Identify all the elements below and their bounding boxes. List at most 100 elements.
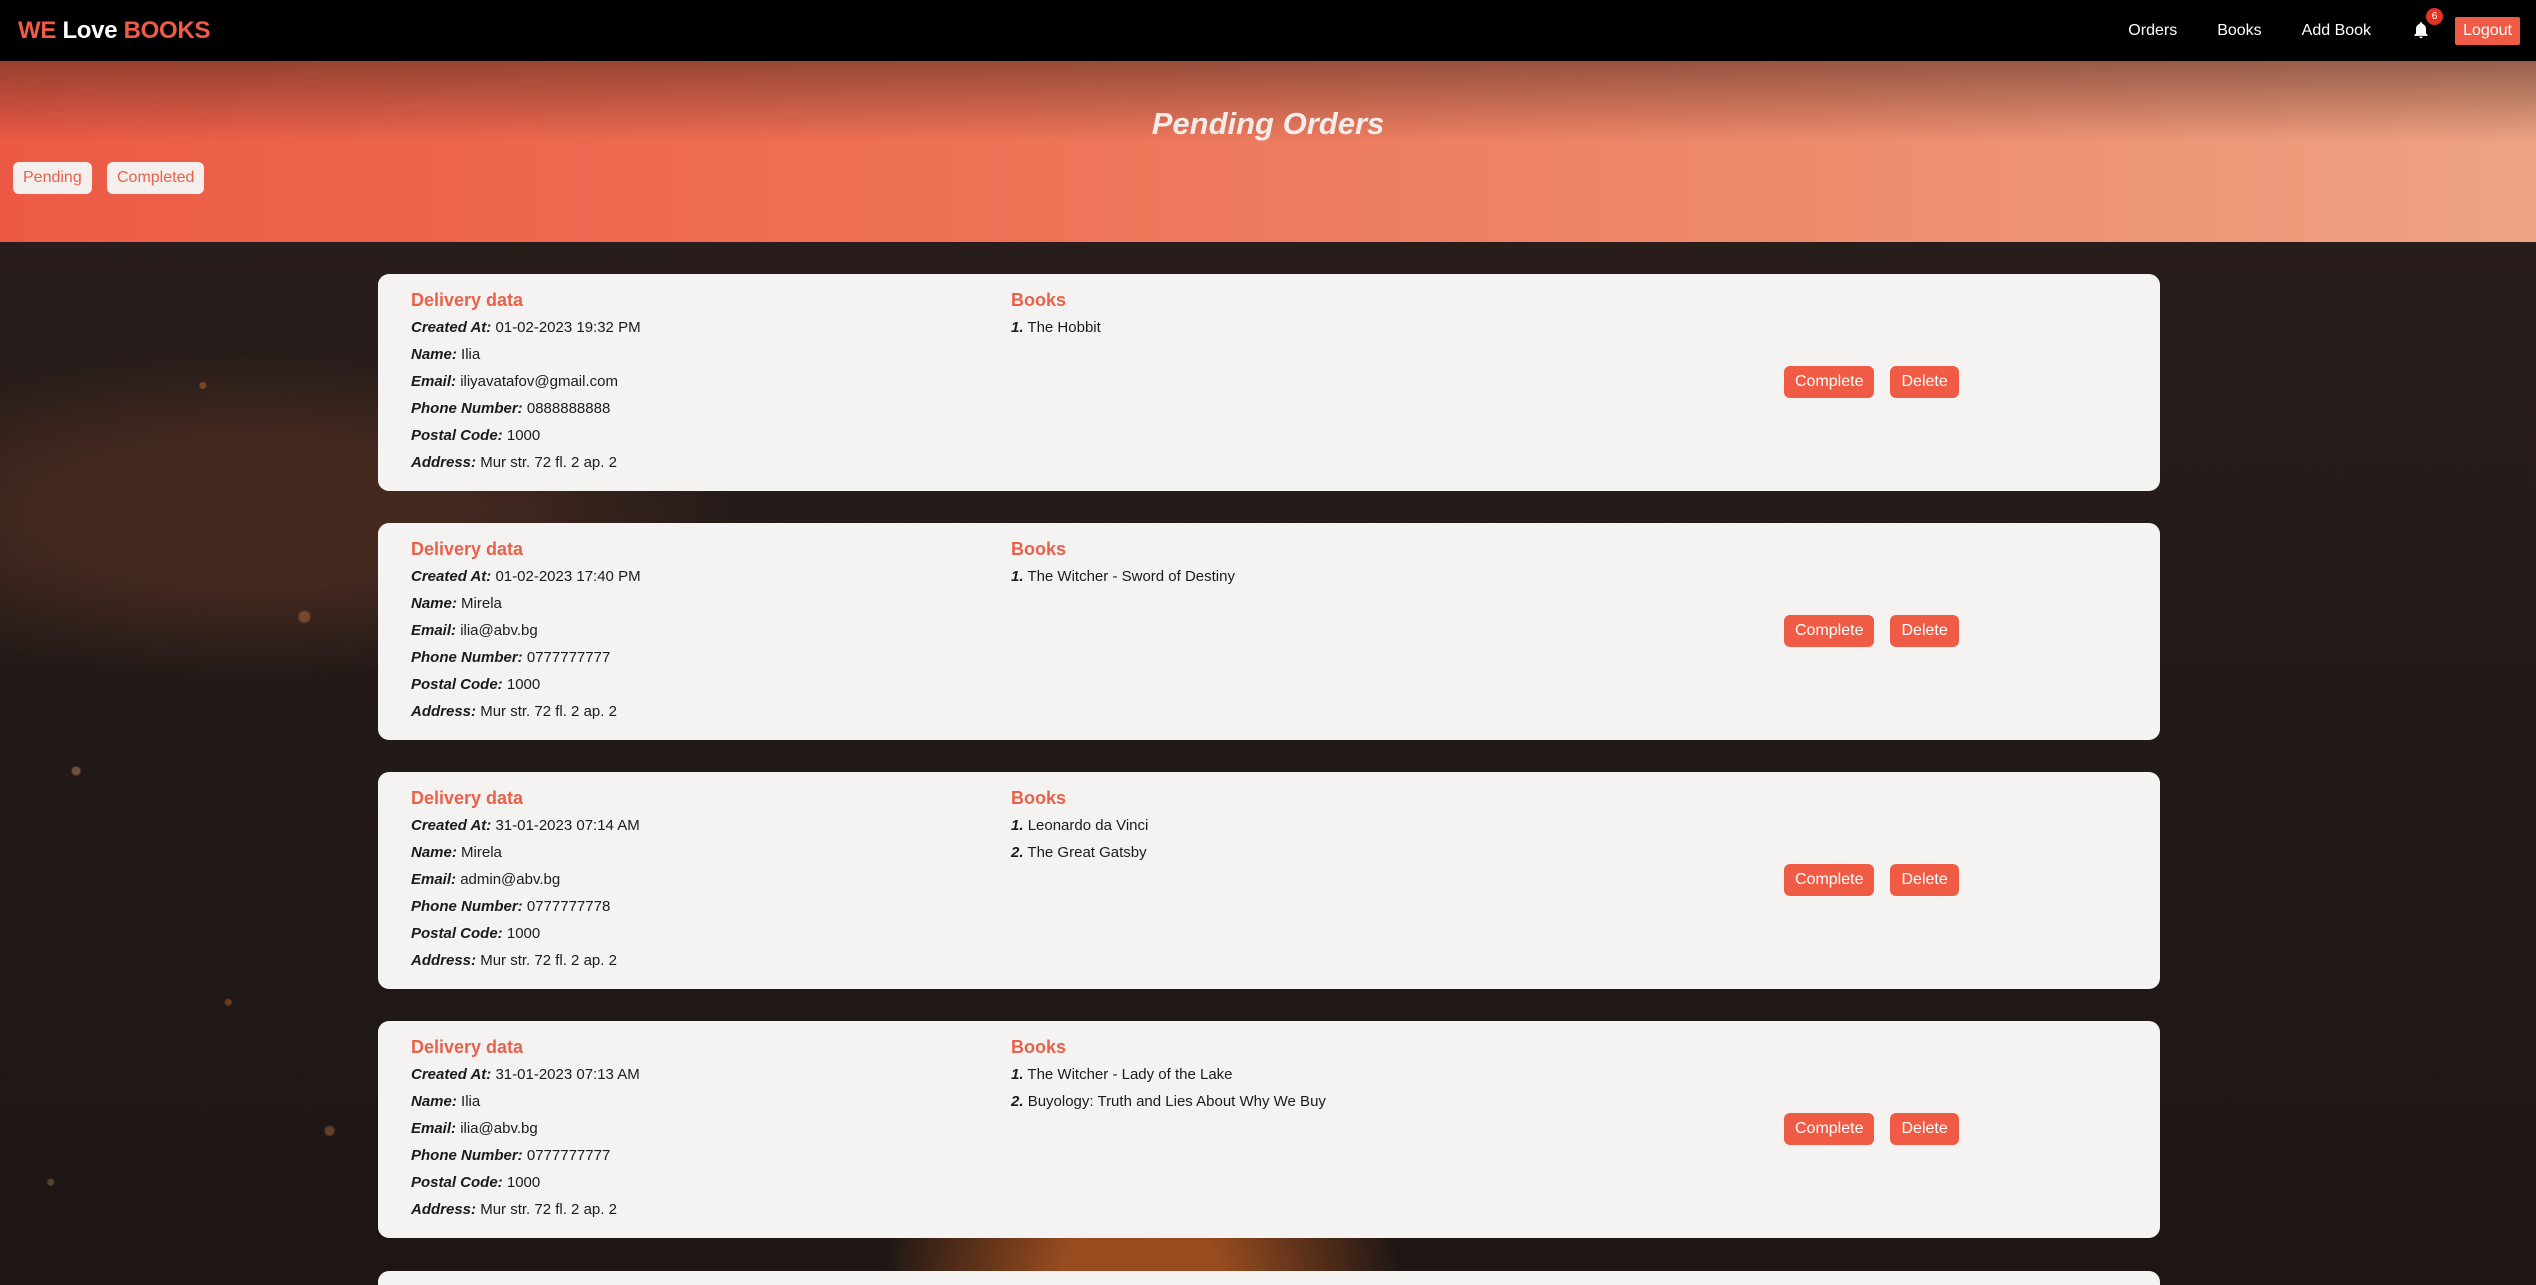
order-actions: Complete Delete [1784,864,1959,896]
postal-code-field: Postal Code: 1000 [411,426,641,453]
filter-pending-button[interactable]: Pending [13,162,92,194]
book-number: 1. [1011,1066,1024,1083]
address-field: Address: Mur str. 72 fl. 2 ap. 2 [411,951,640,978]
created-at-label: Created At: [411,568,492,585]
brand-we: WE [18,16,57,44]
phone-field: Phone Number: 0777777778 [411,897,640,924]
books-section: Books 1. The Hobbit [1011,290,1101,345]
created-at-field: Created At: 01-02-2023 19:32 PM [411,318,641,345]
postal-code-value: 1000 [506,427,541,444]
delivery-data-section: Delivery data Created At: 31-01-2023 07:… [411,1037,640,1227]
email-label: Email: [411,373,457,390]
phone-label: Phone Number: [411,898,523,915]
book-title: The Witcher - Lady of the Lake [1027,1066,1233,1083]
order-card: Delivery data Created At: 01-02-2023 19:… [378,274,2160,491]
logout-button[interactable]: Logout [2455,16,2520,45]
name-label: Name: [411,595,457,612]
created-at-value: 31-01-2023 07:14 AM [495,817,640,834]
nav-orders-link[interactable]: Orders [2128,22,2177,40]
books-section: Books 1. Leonardo da Vinci 2. The Great G… [1011,788,1148,870]
delivery-data-title: Delivery data [411,539,524,559]
book-item: 1. The Witcher - Sword of Destiny [1011,567,1235,594]
email-label: Email: [411,871,457,888]
books-section: Books 1. The Witcher - Lady of the Lake 2… [1011,1037,1326,1119]
delivery-data-title: Delivery data [411,788,524,808]
delete-button[interactable]: Delete [1890,366,1959,398]
book-number: 1. [1011,319,1024,336]
email-label: Email: [411,622,457,639]
address-value: Mur str. 72 fl. 2 ap. 2 [480,703,617,720]
postal-code-label: Postal Code: [411,1174,503,1191]
delete-button[interactable]: Delete [1890,864,1959,896]
order-card: Delivery data Created At: 01-02-2023 17:… [378,523,2160,740]
created-at-field: Created At: 31-01-2023 07:13 AM [411,1065,640,1092]
book-item: 2. The Great Gatsby [1011,843,1148,870]
complete-button[interactable]: Complete [1784,1113,1875,1145]
email-field: Email: admin@abv.bg [411,870,640,897]
email-field: Email: ilia@abv.bg [411,1119,640,1146]
order-actions: Complete Delete [1784,1113,1959,1145]
book-title: Buyology: Truth and Lies About Why We Bu… [1027,1093,1326,1110]
phone-label: Phone Number: [411,400,523,417]
created-at-label: Created At: [411,319,492,336]
phone-label: Phone Number: [411,649,523,666]
name-value: Mirela [461,844,502,861]
email-label: Email: [411,1120,457,1137]
address-label: Address: [411,454,477,471]
order-actions: Complete Delete [1784,366,1959,398]
books-title: Books [1011,290,1067,310]
order-card [378,1271,2160,1285]
complete-button[interactable]: Complete [1784,366,1875,398]
postal-code-value: 1000 [506,925,541,942]
postal-code-field: Postal Code: 1000 [411,924,640,951]
phone-field: Phone Number: 0888888888 [411,399,641,426]
address-field: Address: Mur str. 72 fl. 2 ap. 2 [411,702,641,729]
book-title: The Hobbit [1027,319,1101,336]
books-title: Books [1011,539,1067,559]
delete-button[interactable]: Delete [1890,615,1959,647]
phone-value: 0777777777 [526,1147,611,1164]
book-item: 2. Buyology: Truth and Lies About Why We… [1011,1092,1326,1119]
books-list: 1. Leonardo da Vinci 2. The Great Gatsby [1011,816,1148,870]
delivery-data-title: Delivery data [411,290,524,310]
delete-button[interactable]: Delete [1890,1113,1959,1145]
created-at-value: 31-01-2023 07:13 AM [495,1066,640,1083]
postal-code-label: Postal Code: [411,925,503,942]
filter-completed-button[interactable]: Completed [107,162,205,194]
name-value: Ilia [461,1093,481,1110]
nav-links: Orders Books Add Book 6 Logout [2108,7,2520,45]
books-list: 1. The Witcher - Sword of Destiny [1011,567,1235,594]
delivery-data-section: Delivery data Created At: 01-02-2023 17:… [411,539,641,729]
books-list: 1. The Witcher - Lady of the Lake 2. Buyo… [1011,1065,1326,1119]
name-label: Name: [411,1093,457,1110]
email-value: ilia@abv.bg [460,622,538,639]
notifications-button[interactable]: 6 [2411,7,2444,42]
created-at-value: 01-02-2023 19:32 PM [495,319,641,336]
name-value: Mirela [461,595,502,612]
created-at-field: Created At: 01-02-2023 17:40 PM [411,567,641,594]
page-header: Pending Orders Pending Completed [0,61,2536,242]
complete-button[interactable]: Complete [1784,615,1875,647]
nav-books-link[interactable]: Books [2217,22,2261,40]
phone-label: Phone Number: [411,1147,523,1164]
brand-logo[interactable]: WE Love BOOKS [18,17,210,45]
notification-count-badge: 6 [2426,7,2444,25]
name-field: Name: Mirela [411,843,640,870]
book-number: 1. [1011,568,1024,585]
name-field: Name: Ilia [411,345,641,372]
phone-value: 0777777777 [526,649,611,666]
phone-field: Phone Number: 0777777777 [411,1146,640,1173]
postal-code-label: Postal Code: [411,676,503,693]
book-title: Leonardo da Vinci [1027,817,1149,834]
book-title: The Witcher - Sword of Destiny [1027,568,1235,585]
postal-code-label: Postal Code: [411,427,503,444]
address-label: Address: [411,1201,477,1218]
complete-button[interactable]: Complete [1784,864,1875,896]
address-label: Address: [411,703,477,720]
email-field: Email: iliyavatafov@gmail.com [411,372,641,399]
email-value: ilia@abv.bg [460,1120,538,1137]
page-title: Pending Orders [1151,106,1385,141]
postal-code-field: Postal Code: 1000 [411,675,641,702]
books-section: Books 1. The Witcher - Sword of Destiny [1011,539,1235,594]
nav-add-book-link[interactable]: Add Book [2302,22,2371,40]
